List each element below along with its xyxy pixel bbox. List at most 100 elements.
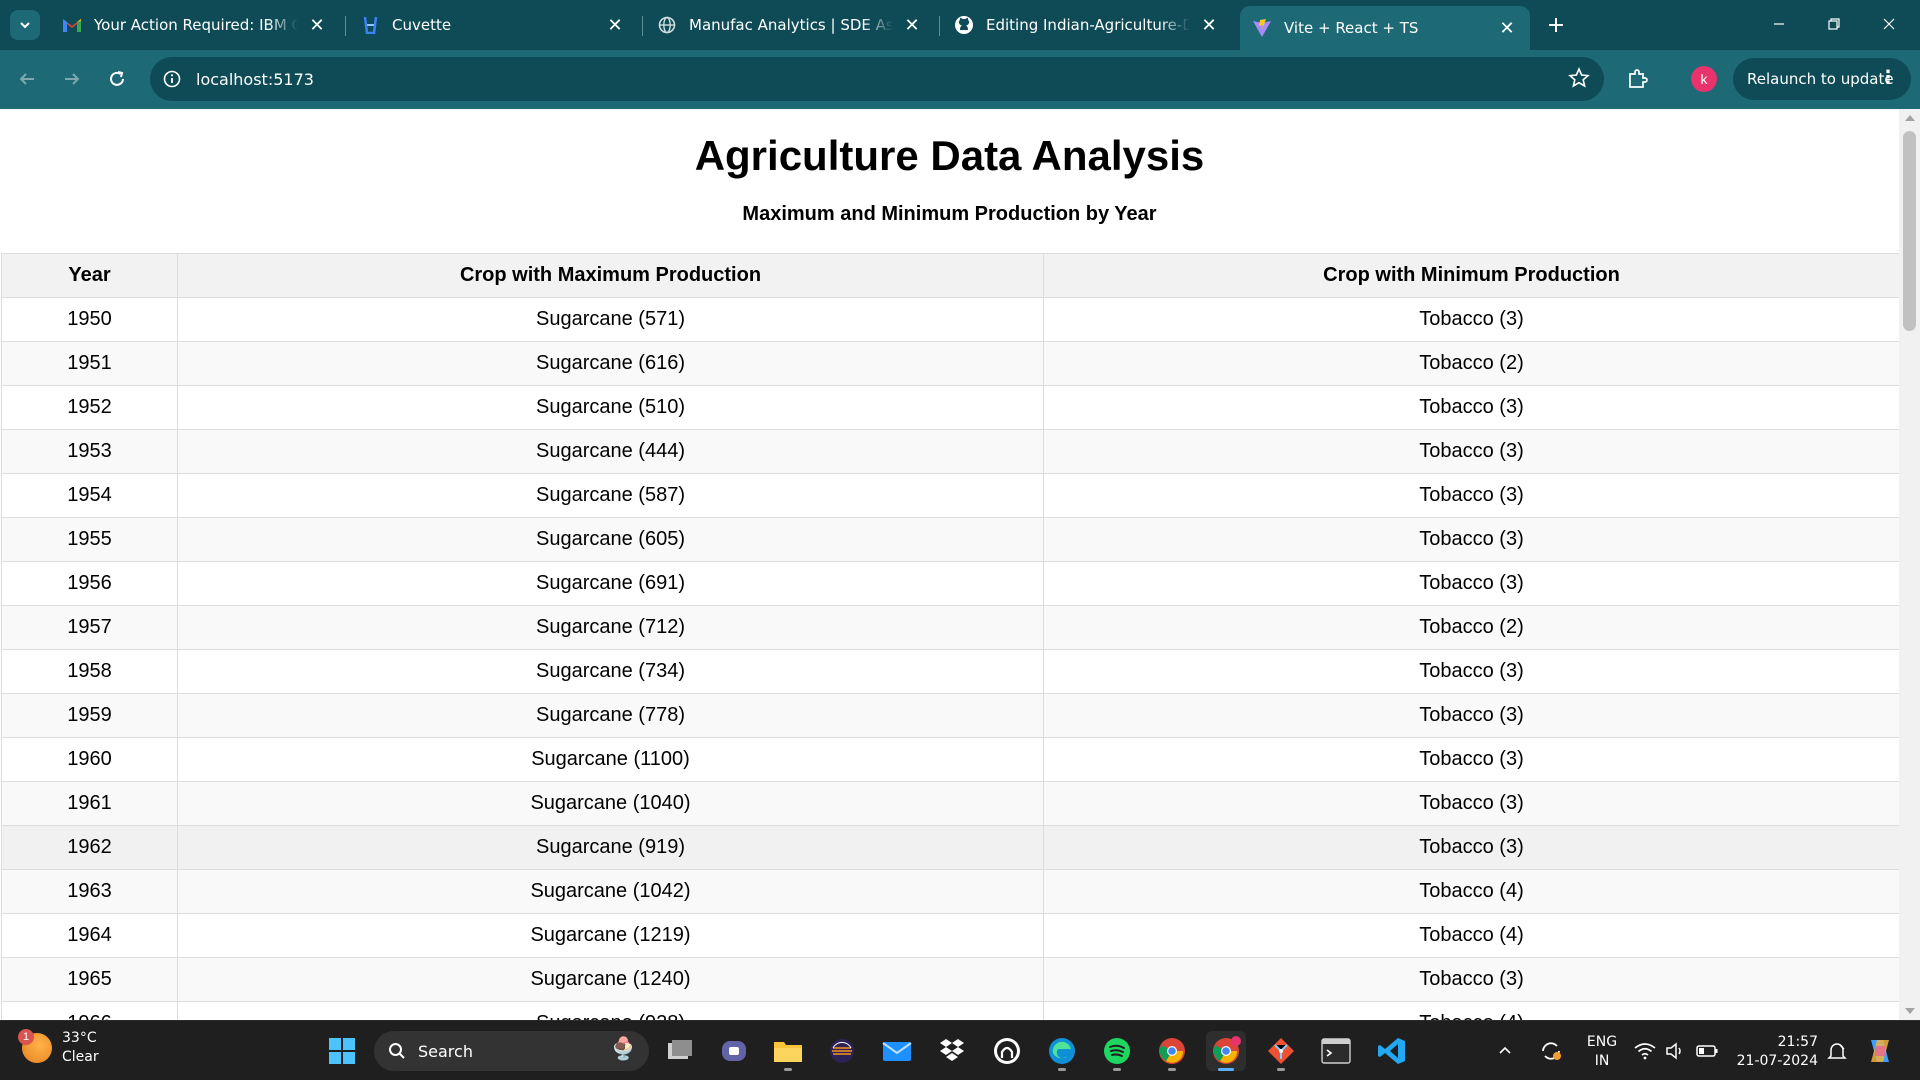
search-label: Search <box>418 1041 473 1061</box>
close-icon[interactable]: ✕ <box>1496 17 1518 39</box>
cell-year: 1952 <box>1 385 178 430</box>
browser-toolbar: localhost:5173 k Relaunch to update ⋮ <box>0 50 1920 109</box>
page-scrollbar[interactable] <box>1899 109 1920 1020</box>
arrow-left-icon <box>19 73 34 85</box>
clock-date: 21-07-2024 <box>1736 1053 1818 1069</box>
taskbar-terminal[interactable] <box>1316 1031 1356 1071</box>
header-year: Year <box>1 253 178 298</box>
table-header-row: Year Crop with Maximum Production Crop w… <box>1 253 1899 298</box>
dropbox-icon <box>940 1039 964 1061</box>
cell-min-crop: Tobacco (3) <box>1043 737 1899 782</box>
site-info-icon[interactable] <box>150 70 194 88</box>
scroll-up-arrow-icon[interactable] <box>1905 115 1915 121</box>
cell-max-crop: Sugarcane (571) <box>177 297 1044 342</box>
tray-overflow-button[interactable] <box>1492 1031 1518 1071</box>
tab-github[interactable]: Editing Indian-Agriculture-Data ✕ <box>942 6 1232 44</box>
minimize-button[interactable] <box>1756 4 1802 44</box>
taskbar-edge[interactable] <box>1042 1031 1082 1071</box>
github-desktop-icon <box>994 1038 1020 1064</box>
more-menu-icon[interactable]: ⋮ <box>1879 67 1897 88</box>
table-body: 1950 Sugarcane (571) Tobacco (3) 1951 Sugarc… <box>1 297 1899 1020</box>
taskbar-task-view[interactable] <box>660 1031 700 1071</box>
bookmark-star-icon[interactable] <box>1568 66 1590 94</box>
tab-cuvette[interactable]: Cuvette ✕ <box>348 6 638 44</box>
cell-max-crop: Sugarcane (1100) <box>177 737 1044 782</box>
cell-min-crop: Tobacco (2) <box>1043 605 1899 650</box>
taskbar-chrome-profile-1[interactable] <box>1152 1031 1192 1071</box>
table-row: 1950 Sugarcane (571) Tobacco (3) <box>1 297 1899 342</box>
table-row: 1963 Sugarcane (1042) Tobacco (4) <box>1 869 1899 914</box>
close-icon[interactable]: ✕ <box>604 14 626 36</box>
github-icon <box>954 15 974 35</box>
taskbar-chrome-profile-2[interactable] <box>1206 1031 1246 1071</box>
relaunch-button[interactable]: Relaunch to update ⋮ <box>1733 58 1911 100</box>
tray-sync-button[interactable] <box>1534 1031 1568 1071</box>
cell-max-crop: Sugarcane (1240) <box>177 957 1044 1002</box>
header-max-crop: Crop with Maximum Production <box>177 253 1044 298</box>
table-row: 1959 Sugarcane (778) Tobacco (3) <box>1 693 1899 738</box>
restore-button[interactable] <box>1811 4 1857 44</box>
taskbar-vscode[interactable] <box>1372 1031 1412 1071</box>
page-title: Agriculture Data Analysis <box>694 132 1205 179</box>
new-tab-button[interactable] <box>1541 10 1571 40</box>
reload-button[interactable] <box>100 62 134 96</box>
tab-search-button[interactable] <box>10 10 40 40</box>
tab-title: Editing Indian-Agriculture-Data <box>986 16 1190 34</box>
cell-year: 1950 <box>1 297 178 342</box>
sync-icon <box>1542 1042 1561 1060</box>
close-icon[interactable]: ✕ <box>901 14 923 36</box>
tab-title: Manufac Analytics | SDE Assignr <box>689 16 893 34</box>
tab-separator <box>642 16 643 36</box>
tray-wifi[interactable] <box>1630 1031 1660 1071</box>
minimize-icon <box>1774 23 1784 25</box>
running-indicator <box>1277 1068 1285 1071</box>
scroll-down-arrow-icon[interactable] <box>1905 1008 1915 1014</box>
start-button[interactable] <box>322 1031 362 1071</box>
table-row: 1954 Sugarcane (587) Tobacco (3) <box>1 473 1899 518</box>
taskbar-file-explorer[interactable] <box>768 1031 808 1071</box>
taskbar-spotify[interactable] <box>1097 1031 1137 1071</box>
wifi-icon <box>1634 1043 1656 1060</box>
taskbar-eclipse[interactable] <box>822 1031 862 1071</box>
language-indicator[interactable]: ENG IN <box>1585 1033 1619 1071</box>
taskbar-search[interactable]: Search 🍨 <box>374 1031 649 1071</box>
scrollbar-thumb[interactable] <box>1903 131 1916 331</box>
extensions-button[interactable] <box>1620 62 1654 96</box>
cell-min-crop: Tobacco (3) <box>1043 957 1899 1002</box>
taskbar-dropbox[interactable] <box>932 1031 972 1071</box>
tray-copilot[interactable] <box>1862 1031 1898 1071</box>
taskbar-teams[interactable] <box>714 1031 754 1071</box>
weather-widget[interactable]: 1 33°C Clear <box>18 1029 99 1067</box>
tab-gmail[interactable]: Your Action Required: IBM Codi ✕ <box>50 6 340 44</box>
production-table: Year Crop with Maximum Production Crop w… <box>1 253 1899 1020</box>
cell-min-crop: Tobacco (4) <box>1043 869 1899 914</box>
tray-volume[interactable] <box>1660 1031 1690 1071</box>
back-button[interactable] <box>10 62 44 96</box>
cell-min-crop: Tobacco (3) <box>1043 561 1899 606</box>
region-code: IN <box>1594 1053 1610 1069</box>
close-window-button[interactable] <box>1866 4 1912 44</box>
running-indicator <box>784 1068 792 1071</box>
cell-max-crop: Sugarcane (587) <box>177 473 1044 518</box>
taskbar-git[interactable] <box>1261 1031 1301 1071</box>
system-clock[interactable]: 21:57 21-07-2024 <box>1736 1033 1818 1071</box>
chrome-icon <box>1159 1038 1185 1064</box>
forward-button[interactable] <box>55 62 89 96</box>
tab-vite-active[interactable]: Vite + React + TS ✕ <box>1240 6 1530 50</box>
cell-year: 1954 <box>1 473 178 518</box>
close-icon[interactable]: ✕ <box>1198 14 1220 36</box>
taskbar-mail[interactable] <box>877 1031 917 1071</box>
cell-year: 1959 <box>1 693 178 738</box>
cell-max-crop: Sugarcane (919) <box>177 825 1044 870</box>
close-icon[interactable]: ✕ <box>306 14 328 36</box>
address-bar[interactable]: localhost:5173 <box>150 57 1604 101</box>
taskbar-github-desktop[interactable] <box>987 1031 1027 1071</box>
search-highlight-icon: 🍨 <box>609 1037 637 1062</box>
arrow-right-icon <box>65 73 80 85</box>
tab-manufac[interactable]: Manufac Analytics | SDE Assignr ✕ <box>645 6 935 44</box>
profile-avatar[interactable]: k <box>1691 66 1717 92</box>
table-row: 1965 Sugarcane (1240) Tobacco (3) <box>1 957 1899 1002</box>
tray-battery[interactable] <box>1692 1031 1722 1071</box>
page-subtitle: Maximum and Minimum Production by Year <box>742 203 1157 225</box>
tray-notifications[interactable] <box>1822 1031 1852 1071</box>
